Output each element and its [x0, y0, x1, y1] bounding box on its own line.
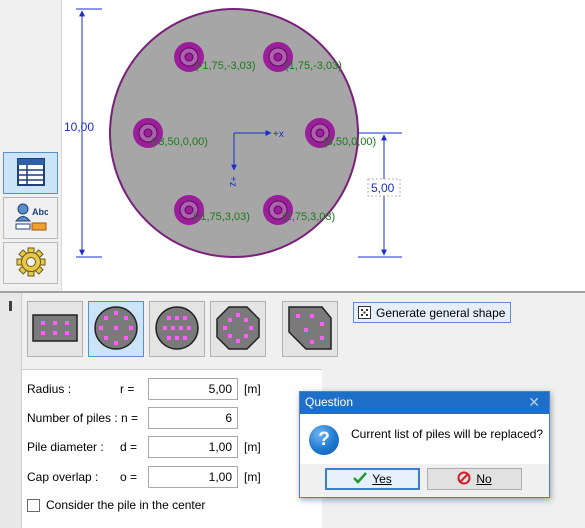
pile-label: (3,50,0,00) — [323, 136, 376, 148]
gear-icon — [16, 247, 46, 280]
panel-handle[interactable] — [0, 293, 22, 528]
no-entry-icon — [457, 471, 471, 488]
dimension-radius-label: 5,00 — [371, 181, 395, 195]
cap-overlap-label: Cap overlap : — [27, 470, 99, 484]
octagon-shape-icon — [214, 304, 262, 355]
radius-symbol: r = — [120, 382, 135, 396]
shape-circle-perimeter-button[interactable] — [88, 301, 144, 357]
cap-overlap-symbol: o = — [120, 470, 138, 484]
no-label: No — [476, 472, 492, 486]
pile-diameter-input[interactable]: 1,00 — [148, 436, 238, 458]
shape-circle-grid-button[interactable] — [149, 301, 205, 357]
pile-diameter-symbol: d = — [120, 440, 138, 454]
pile-label: (-1,75,-3,03) — [195, 60, 256, 72]
pile-diameter-unit: [m] — [244, 440, 261, 454]
cap-overlap-unit: [m] — [244, 470, 261, 484]
general-shape-icon — [286, 304, 334, 355]
cap-overlap-input[interactable]: 1,00 — [148, 466, 238, 488]
dialog-body: ? Current list of piles will be replaced… — [300, 414, 549, 464]
center-pile-option[interactable]: Consider the pile in the center — [27, 496, 205, 514]
circle-perimeter-shape-icon — [92, 304, 140, 355]
radius-label: Radius : — [27, 382, 72, 396]
left-toolbar: Abc — [0, 0, 62, 291]
dimension-diameter-label: 10,00 — [64, 120, 94, 134]
question-dialog: Question ✕ ? Current list of piles will … — [299, 391, 550, 498]
pile-diameter-label: Pile diameter : — [27, 440, 104, 454]
svg-text:Abc: Abc — [32, 207, 48, 217]
center-pile-label: Consider the pile in the center — [46, 498, 206, 512]
shape-general-button[interactable] — [282, 301, 338, 357]
number-of-piles-label: Number of piles : n = — [27, 411, 139, 425]
pile-label: (1,75,3,03) — [282, 211, 335, 223]
dimension-radius — [358, 132, 402, 258]
number-of-piles-input[interactable]: 6 — [148, 407, 238, 429]
pile-label: (1,75,-3,03) — [285, 60, 342, 72]
dialog-titlebar: Question ✕ — [300, 392, 549, 414]
labels-abc-icon: Abc — [14, 201, 49, 236]
settings-button[interactable] — [3, 242, 58, 284]
generate-general-shape-label: Generate general shape — [376, 305, 506, 320]
drawing-canvas[interactable]: 10,00 5,00 +x +z (-1,75,-3,03) (1,75,-3,… — [62, 0, 585, 291]
radius-unit: [m] — [244, 382, 261, 396]
yes-label: Yes — [372, 472, 392, 486]
generate-shape-icon — [358, 306, 371, 319]
table-view-button[interactable] — [3, 152, 58, 194]
table-icon — [16, 157, 46, 190]
shape-octagon-button[interactable] — [210, 301, 266, 357]
dialog-title: Question — [305, 395, 354, 409]
radius-row: Radius : r = 5,00 [m] — [27, 378, 317, 400]
dialog-footer: Yes No — [300, 464, 549, 497]
axis-z-label: +z — [227, 176, 238, 187]
pile-diameter-row: Pile diameter : d = 1,00 [m] — [27, 436, 317, 458]
number-of-piles-row: Number of piles : n = 6 — [27, 407, 317, 429]
center-pile-checkbox[interactable] — [27, 498, 40, 512]
generate-general-shape-button[interactable]: Generate general shape — [353, 302, 512, 323]
parameters-form: Radius : r = 5,00 [m] Number of piles : … — [22, 369, 322, 528]
yes-button[interactable]: Yes — [325, 468, 420, 490]
question-icon: ? — [309, 425, 339, 455]
pile-label: (-3,50,0,00) — [151, 136, 208, 148]
no-button[interactable]: No — [427, 468, 522, 490]
pile-label: (-1,75,3,03) — [193, 211, 250, 223]
cap-overlap-row: Cap overlap : o = 1,00 [m] — [27, 466, 317, 488]
labels-button[interactable]: Abc — [3, 197, 58, 239]
axis-x-label: +x — [273, 129, 284, 140]
circle-grid-shape-icon — [153, 304, 201, 355]
checkmark-icon — [353, 471, 368, 487]
rectangle-shape-icon — [31, 311, 79, 348]
shape-rectangle-button[interactable] — [27, 301, 83, 357]
close-icon[interactable]: ✕ — [528, 394, 540, 411]
radius-input[interactable]: 5,00 — [148, 378, 238, 400]
dialog-message: Current list of piles will be replaced? — [351, 427, 544, 441]
